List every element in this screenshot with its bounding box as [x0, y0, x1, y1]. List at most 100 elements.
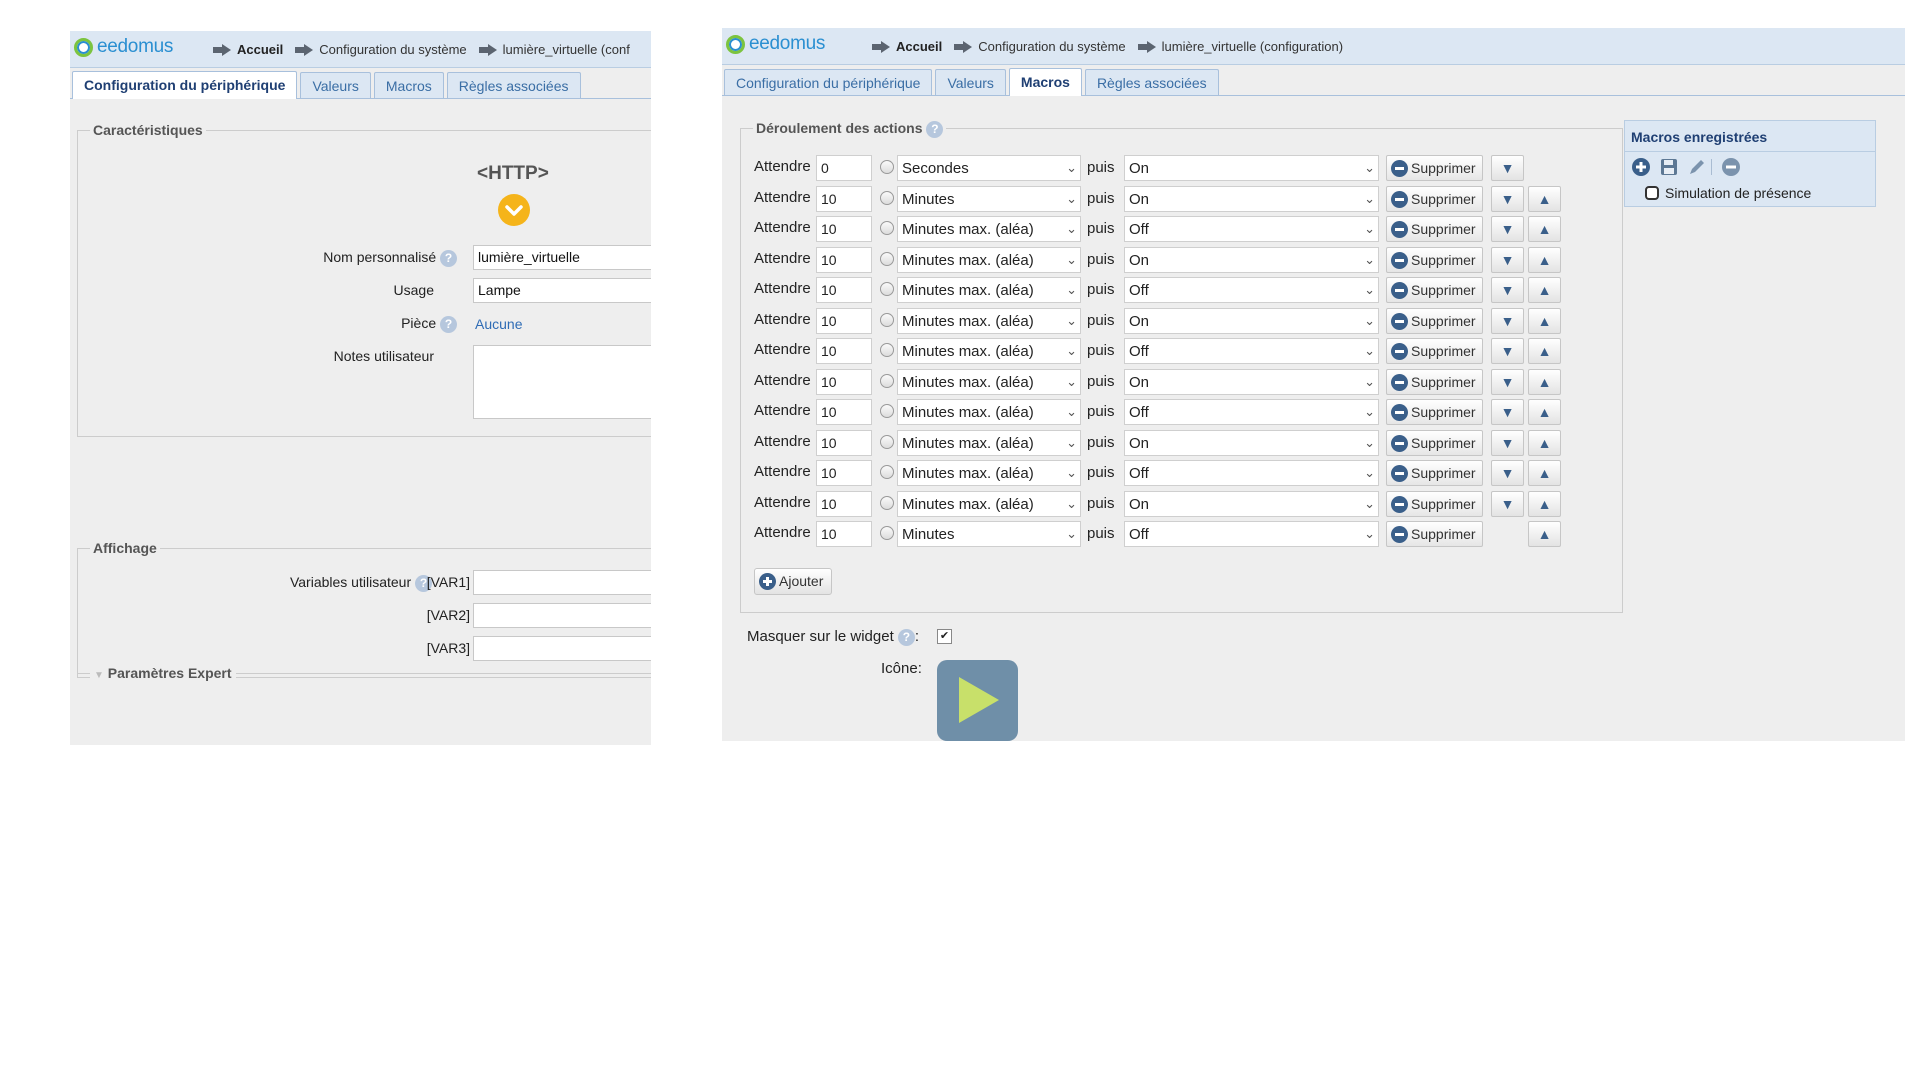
- move-down-button[interactable]: ▼: [1491, 216, 1524, 242]
- unit-select[interactable]: Minutes max. (aléa) ⌄: [897, 307, 1081, 334]
- state-select[interactable]: On ⌄: [1124, 155, 1379, 181]
- move-down-button[interactable]: ▼: [1491, 429, 1524, 456]
- breadcrumb-device[interactable]: lumière_virtuelle (conf: [478, 42, 630, 57]
- pencil-icon[interactable]: [1687, 157, 1707, 177]
- var2-input[interactable]: [473, 603, 651, 628]
- move-up-button[interactable]: ▲: [1528, 277, 1561, 303]
- delay-input[interactable]: 10: [816, 399, 872, 425]
- delete-action-button[interactable]: Supprimer: [1386, 277, 1483, 303]
- var1-input[interactable]: [473, 570, 651, 595]
- play-icon[interactable]: [937, 660, 1018, 741]
- hide-widget-checkbox[interactable]: ✔: [937, 629, 952, 644]
- add-action-button[interactable]: Ajouter: [754, 568, 833, 595]
- unit-select[interactable]: Minutes max. (aléa) ⌄: [897, 246, 1081, 273]
- radio-button[interactable]: [880, 282, 894, 296]
- move-up-button[interactable]: ▲: [1528, 307, 1561, 334]
- tab-macros[interactable]: Macros: [373, 72, 444, 98]
- usage-select[interactable]: Lampe: [473, 278, 651, 303]
- move-up-button[interactable]: ▲: [1528, 429, 1561, 456]
- eedomus-logo[interactable]: eedomus: [726, 33, 825, 55]
- delay-input[interactable]: 10: [816, 216, 872, 242]
- radio-button[interactable]: [880, 495, 894, 510]
- delay-input[interactable]: 0: [816, 155, 872, 181]
- move-up-button[interactable]: ▲: [1528, 399, 1561, 425]
- tab-values[interactable]: Valeurs: [935, 69, 1006, 95]
- move-up-button[interactable]: ▲: [1528, 521, 1561, 547]
- tab-rules[interactable]: Règles associées: [1084, 69, 1219, 95]
- delay-input[interactable]: 10: [816, 368, 872, 395]
- state-select[interactable]: On ⌄: [1124, 429, 1379, 456]
- breadcrumb-system-config[interactable]: Configuration du système: [954, 39, 1126, 54]
- floppy-icon[interactable]: [1659, 157, 1679, 177]
- move-up-button[interactable]: ▲: [1528, 460, 1561, 486]
- minus-circle-icon[interactable]: [1721, 157, 1741, 177]
- breadcrumb-home[interactable]: Accueil: [213, 42, 283, 57]
- move-up-button[interactable]: ▲: [1528, 246, 1561, 273]
- delay-input[interactable]: 10: [816, 277, 872, 303]
- move-down-button[interactable]: ▼: [1491, 307, 1524, 334]
- help-icon[interactable]: ?: [440, 315, 457, 333]
- tab-device-config[interactable]: Configuration du périphérique: [724, 69, 933, 95]
- delay-input[interactable]: 10: [816, 429, 872, 456]
- unit-select[interactable]: Minutes ⌄: [897, 185, 1081, 212]
- radio-button[interactable]: [880, 526, 894, 540]
- breadcrumb-home[interactable]: Accueil: [872, 39, 942, 54]
- move-down-button[interactable]: ▼: [1491, 368, 1524, 395]
- radio-button[interactable]: [880, 160, 894, 174]
- move-up-button[interactable]: ▲: [1528, 490, 1561, 517]
- expand-chevron-icon[interactable]: [498, 194, 530, 226]
- move-up-button[interactable]: ▲: [1528, 185, 1561, 212]
- state-select[interactable]: Off ⌄: [1124, 216, 1379, 242]
- tab-rules[interactable]: Règles associées: [446, 72, 581, 98]
- breadcrumb-system-config[interactable]: Configuration du système: [295, 42, 467, 57]
- unit-select[interactable]: Minutes ⌄: [897, 521, 1081, 547]
- move-down-button[interactable]: ▼: [1491, 277, 1524, 303]
- state-select[interactable]: On ⌄: [1124, 490, 1379, 517]
- notes-textarea[interactable]: [473, 345, 651, 419]
- delay-input[interactable]: 10: [816, 460, 872, 486]
- state-select[interactable]: Off ⌄: [1124, 521, 1379, 547]
- delete-action-button[interactable]: Supprimer: [1386, 460, 1483, 486]
- tab-macros[interactable]: Macros: [1008, 68, 1082, 96]
- radio-button[interactable]: [880, 251, 894, 266]
- radio-button[interactable]: [880, 343, 894, 357]
- unit-select[interactable]: Minutes max. (aléa) ⌄: [897, 368, 1081, 395]
- state-select[interactable]: Off ⌄: [1124, 460, 1379, 486]
- delete-action-button[interactable]: Supprimer: [1386, 246, 1483, 273]
- delay-input[interactable]: 10: [816, 490, 872, 517]
- move-up-button[interactable]: ▲: [1528, 216, 1561, 242]
- state-select[interactable]: On ⌄: [1124, 307, 1379, 334]
- move-up-button[interactable]: ▲: [1528, 338, 1561, 364]
- tab-device-config[interactable]: Configuration du périphérique: [72, 71, 298, 99]
- radio-button[interactable]: [880, 373, 894, 388]
- delete-action-button[interactable]: Supprimer: [1386, 338, 1483, 364]
- move-down-button[interactable]: ▼: [1491, 246, 1524, 273]
- state-select[interactable]: On ⌄: [1124, 185, 1379, 212]
- delete-action-button[interactable]: Supprimer: [1386, 521, 1483, 547]
- radio-button[interactable]: [880, 404, 894, 418]
- delay-input[interactable]: 10: [816, 246, 872, 273]
- eedomus-logo[interactable]: eedomus: [74, 36, 173, 58]
- unit-select[interactable]: Secondes ⌄: [897, 155, 1081, 181]
- delete-action-button[interactable]: Supprimer: [1386, 490, 1483, 517]
- delete-action-button[interactable]: Supprimer: [1386, 429, 1483, 456]
- delay-input[interactable]: 10: [816, 338, 872, 364]
- unit-select[interactable]: Minutes max. (aléa) ⌄: [897, 429, 1081, 456]
- delete-action-button[interactable]: Supprimer: [1386, 155, 1483, 181]
- delay-input[interactable]: 10: [816, 185, 872, 212]
- breadcrumb-device[interactable]: lumière_virtuelle (configuration): [1137, 39, 1343, 54]
- checkbox-icon[interactable]: [1645, 186, 1659, 200]
- state-select[interactable]: On ⌄: [1124, 368, 1379, 395]
- help-icon[interactable]: ?: [440, 249, 457, 267]
- delete-action-button[interactable]: Supprimer: [1386, 216, 1483, 242]
- move-down-button[interactable]: ▼: [1491, 185, 1524, 212]
- state-select[interactable]: Off ⌄: [1124, 399, 1379, 425]
- radio-button[interactable]: [880, 221, 894, 235]
- move-up-button[interactable]: ▲: [1528, 368, 1561, 395]
- move-down-button[interactable]: ▼: [1491, 490, 1524, 517]
- state-select[interactable]: Off ⌄: [1124, 338, 1379, 364]
- piece-link[interactable]: Aucune: [475, 316, 522, 332]
- state-select[interactable]: Off ⌄: [1124, 277, 1379, 303]
- nom-input[interactable]: lumière_virtuelle: [473, 245, 651, 270]
- unit-select[interactable]: Minutes max. (aléa) ⌄: [897, 338, 1081, 364]
